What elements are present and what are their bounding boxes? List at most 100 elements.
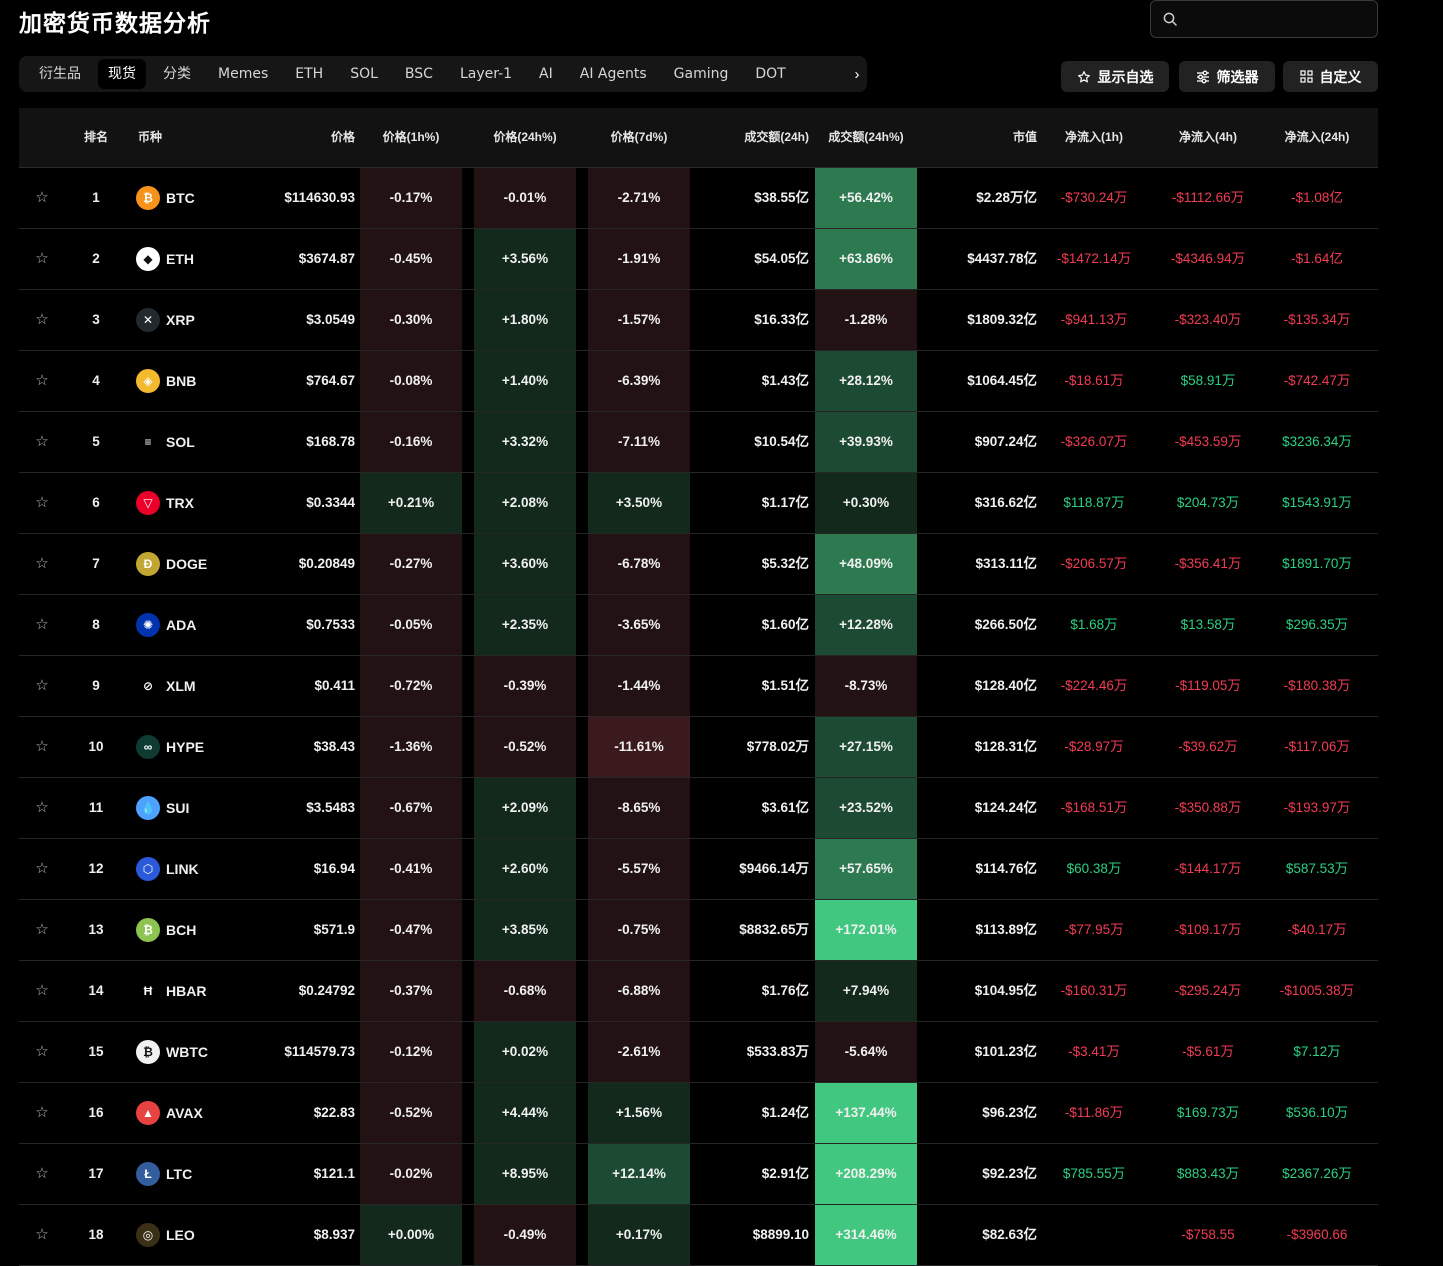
netflow-4h-cell: $58.91万: [1180, 373, 1236, 388]
favorite-star-icon[interactable]: ☆: [29, 656, 55, 716]
header-volume-pct-24h[interactable]: 成交额(24h%): [815, 108, 917, 167]
search-icon: [1163, 12, 1177, 26]
table-row[interactable]: ☆ 16 ▲ AVAX $22.83 -0.52% +4.44% +1.56% $1.24亿 +1…: [19, 1083, 1378, 1144]
table-row[interactable]: ☆ 3 ✕ XRP $3.0549 -0.30% +1.80% -1.57% $16.33亿 -1…: [19, 290, 1378, 351]
header-rank[interactable]: 排名: [81, 108, 111, 167]
netflow-1h-cell: -$11.86万: [1064, 1105, 1124, 1120]
header-coin[interactable]: 币种: [138, 108, 198, 167]
pct-24h-cell: +3.85%: [474, 900, 576, 960]
table-row[interactable]: ☆ 12 ⬡ LINK $16.94 -0.41% +2.60% -5.57% $9466.14…: [19, 839, 1378, 900]
tab-8[interactable]: AI: [529, 59, 563, 89]
netflow-1h-cell: -$168.51万: [1060, 800, 1128, 815]
netflow-4h-cell: -$1112.66万: [1171, 190, 1245, 205]
tab-0[interactable]: 衍生品: [29, 59, 91, 89]
table-row[interactable]: ☆ 4 ◈ BNB $764.67 -0.08% +1.40% -6.39% $1.43亿 +28…: [19, 351, 1378, 412]
favorite-star-icon[interactable]: ☆: [29, 229, 55, 289]
tab-7[interactable]: Layer-1: [450, 59, 522, 89]
search-input[interactable]: [1185, 7, 1369, 33]
header-netflow-4h[interactable]: 净流入(4h): [1157, 108, 1259, 167]
favorite-star-icon[interactable]: ☆: [29, 351, 55, 411]
favorite-star-icon[interactable]: ☆: [29, 717, 55, 777]
volume-cell: $778.02万: [746, 739, 809, 754]
table-row[interactable]: ☆ 14 Ħ HBAR $0.24792 -0.37% -0.68% -6.88% $1.76亿…: [19, 961, 1378, 1022]
tab-4[interactable]: ETH: [285, 59, 333, 89]
search-box[interactable]: [1150, 0, 1378, 38]
favorite-star-icon[interactable]: ☆: [29, 1083, 55, 1143]
price-cell: $114630.93: [284, 190, 355, 205]
tab-9[interactable]: AI Agents: [570, 59, 657, 89]
table-row[interactable]: ☆ 10 ∞ HYPE $38.43 -1.36% -0.52% -11.61% $778.02…: [19, 717, 1378, 778]
tron-icon: ▽: [136, 491, 160, 515]
table-row[interactable]: ☆ 15 ₿ WBTC $114579.73 -0.12% +0.02% -2.61% $533…: [19, 1022, 1378, 1083]
header-price[interactable]: 价格: [265, 108, 355, 167]
pct-1h-cell: -0.52%: [360, 1083, 462, 1143]
header-netflow-1h[interactable]: 净流入(1h): [1043, 108, 1145, 167]
favorite-star-icon[interactable]: ☆: [29, 1022, 55, 1082]
volume-cell: $1.60亿: [761, 617, 809, 632]
netflow-4h-cell: -$109.17万: [1174, 922, 1242, 937]
price-cell: $571.9: [313, 922, 355, 937]
favorite-star-icon[interactable]: ☆: [29, 412, 55, 472]
favorite-star-icon[interactable]: ☆: [29, 595, 55, 655]
price-cell: $22.83: [313, 1105, 355, 1120]
table-row[interactable]: ☆ 1 ₿ BTC $114630.93 -0.17% -0.01% -2.71% $38.55…: [19, 168, 1378, 229]
table-row[interactable]: ☆ 5 ≡ SOL $168.78 -0.16% +3.32% -7.11% $10.54亿 +3…: [19, 412, 1378, 473]
favorite-star-icon[interactable]: ☆: [29, 290, 55, 350]
tab-10[interactable]: Gaming: [664, 59, 739, 89]
favorite-star-icon[interactable]: ☆: [29, 1205, 55, 1265]
favorite-star-icon[interactable]: ☆: [29, 839, 55, 899]
tab-1[interactable]: 现货: [98, 59, 146, 89]
rank-cell: 15: [88, 1044, 104, 1059]
volume-cell: $9466.14万: [739, 861, 809, 876]
customize-button[interactable]: 自定义: [1283, 61, 1378, 92]
table-row[interactable]: ☆ 7 Ð DOGE $0.20849 -0.27% +3.60% -6.78% $5.32亿 +…: [19, 534, 1378, 595]
header-pct-24h[interactable]: 价格(24h%): [474, 108, 576, 167]
favorite-star-icon[interactable]: ☆: [29, 473, 55, 533]
pct-7d-cell: -6.78%: [588, 534, 690, 594]
header-pct-7d[interactable]: 价格(7d%): [588, 108, 690, 167]
netflow-24h-cell: $587.53万: [1285, 861, 1349, 876]
table-row[interactable]: ☆ 2 ◆ ETH $3674.87 -0.45% +3.56% -1.91% $54.05亿 +…: [19, 229, 1378, 290]
price-cell: $168.78: [306, 434, 355, 449]
volume-cell: $1.43亿: [761, 373, 809, 388]
favorite-star-icon[interactable]: ☆: [29, 534, 55, 594]
tab-2[interactable]: 分类: [153, 59, 201, 89]
table-row[interactable]: ☆ 18 ◎ LEO $8.937 +0.00% -0.49% +0.17% $8899.10 +…: [19, 1205, 1378, 1266]
show-watchlist-button[interactable]: 显示自选: [1061, 61, 1169, 92]
header-market-cap[interactable]: 市值: [947, 108, 1037, 167]
volume-cell: $3.61亿: [761, 800, 809, 815]
pct-1h-cell: -0.47%: [360, 900, 462, 960]
favorite-star-icon[interactable]: ☆: [29, 961, 55, 1021]
favorite-star-icon[interactable]: ☆: [29, 900, 55, 960]
header-volume-24h[interactable]: 成交额(24h): [699, 108, 809, 167]
table-row[interactable]: ☆ 11 💧 SUI $3.5483 -0.67% +2.09% -8.65% $3.61亿 +2…: [19, 778, 1378, 839]
tab-11[interactable]: DOT: [745, 59, 795, 89]
table-row[interactable]: ☆ 17 Ł LTC $121.1 -0.02% +8.95% +12.14% $2.91亿 +2…: [19, 1144, 1378, 1205]
table-row[interactable]: ☆ 9 ⊘ XLM $0.411 -0.72% -0.39% -1.44% $1.51亿 -8.7…: [19, 656, 1378, 717]
netflow-1h-cell: -$326.07万: [1060, 434, 1128, 449]
tab-3[interactable]: Memes: [208, 59, 278, 89]
table-row[interactable]: ☆ 13 ₿ BCH $571.9 -0.47% +3.85% -0.75% $8832.65万…: [19, 900, 1378, 961]
favorite-star-icon[interactable]: ☆: [29, 1144, 55, 1204]
volume-cell: $5.32亿: [761, 556, 809, 571]
tab-6[interactable]: BSC: [395, 59, 443, 89]
pct-24h-cell: -0.01%: [474, 168, 576, 228]
pct-7d-cell: -3.65%: [588, 595, 690, 655]
price-cell: $0.24792: [298, 983, 355, 998]
tab-5[interactable]: SOL: [340, 59, 388, 89]
customize-label: 自定义: [1319, 69, 1362, 86]
market-cap-cell: $128.31亿: [974, 739, 1037, 754]
table-row[interactable]: ☆ 6 ▽ TRX $0.3344 +0.21% +2.08% +3.50% $1.17亿 +0.…: [19, 473, 1378, 534]
rank-cell: 16: [88, 1105, 104, 1120]
filter-button[interactable]: 筛选器: [1179, 61, 1275, 92]
header-netflow-24h[interactable]: 净流入(24h): [1264, 108, 1370, 167]
coin-symbol: HYPE: [166, 739, 205, 755]
favorite-star-icon[interactable]: ☆: [29, 168, 55, 228]
netflow-4h-cell: -$4346.94万: [1170, 251, 1246, 266]
price-cell: $0.7533: [306, 617, 355, 632]
header-pct-1h[interactable]: 价格(1h%): [360, 108, 462, 167]
table-row[interactable]: ☆ 8 ✺ ADA $0.7533 -0.05% +2.35% -3.65% $1.60亿 +12…: [19, 595, 1378, 656]
favorite-star-icon[interactable]: ☆: [29, 778, 55, 838]
tabs-scroll-right-icon[interactable]: ›: [847, 56, 867, 92]
rank-cell: 8: [92, 617, 100, 632]
